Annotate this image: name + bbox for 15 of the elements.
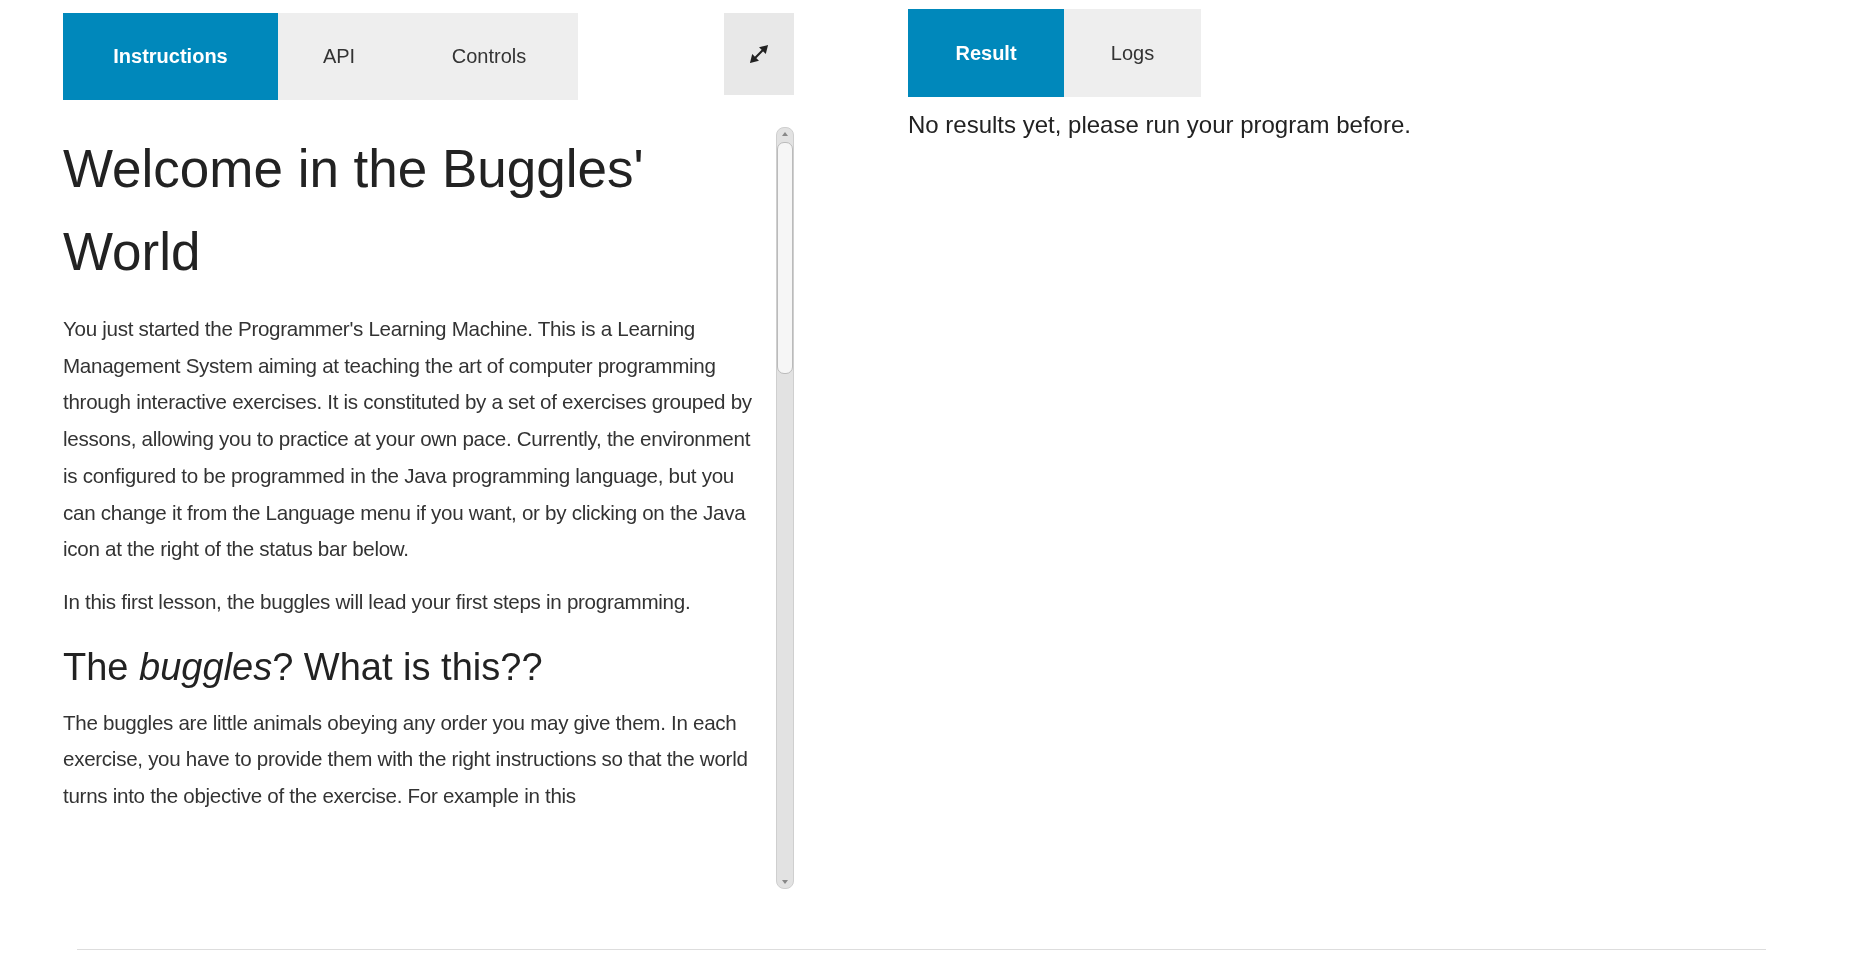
tab[interactable]: Result (908, 9, 1064, 97)
tab[interactable]: Logs (1064, 9, 1201, 97)
paragraph: The buggles are little animals obeying any order you may give them. In each exercise, you have to provide them with the right instructions so that the world turns into the objective of the exercise. For example in this (63, 709, 749, 810)
page-heading: Welcome in the Buggles' World (63, 138, 645, 283)
scrollbar[interactable] (776, 127, 794, 889)
expand-icon (750, 45, 768, 63)
paragraph: You just started the Programmer's Learning Machine. This is a Learning Management System aiming at teaching the art of computer programming through interactive exercises. It is constituted by a set of exercises grouped by lessons, allowing you to practice at your own pace. Currently, the environment is configured to be programmed in the Java programming language, but you can change it from the Language menu if you want, or by clicking on the Java icon at the right of the status bar below. (63, 316, 753, 563)
paragraph: In this first lesson, the buggles will lead your first steps in programming. (63, 588, 692, 615)
expand-button[interactable] (724, 13, 794, 95)
result-message: No results yet, please run your program before. (908, 111, 1411, 139)
tab[interactable]: API (278, 13, 400, 100)
scrollbar-thumb[interactable] (777, 142, 793, 374)
section-heading: The buggles? What is this?? (63, 644, 544, 690)
tab[interactable]: Instructions (63, 13, 278, 100)
tab[interactable]: Controls (400, 13, 578, 100)
